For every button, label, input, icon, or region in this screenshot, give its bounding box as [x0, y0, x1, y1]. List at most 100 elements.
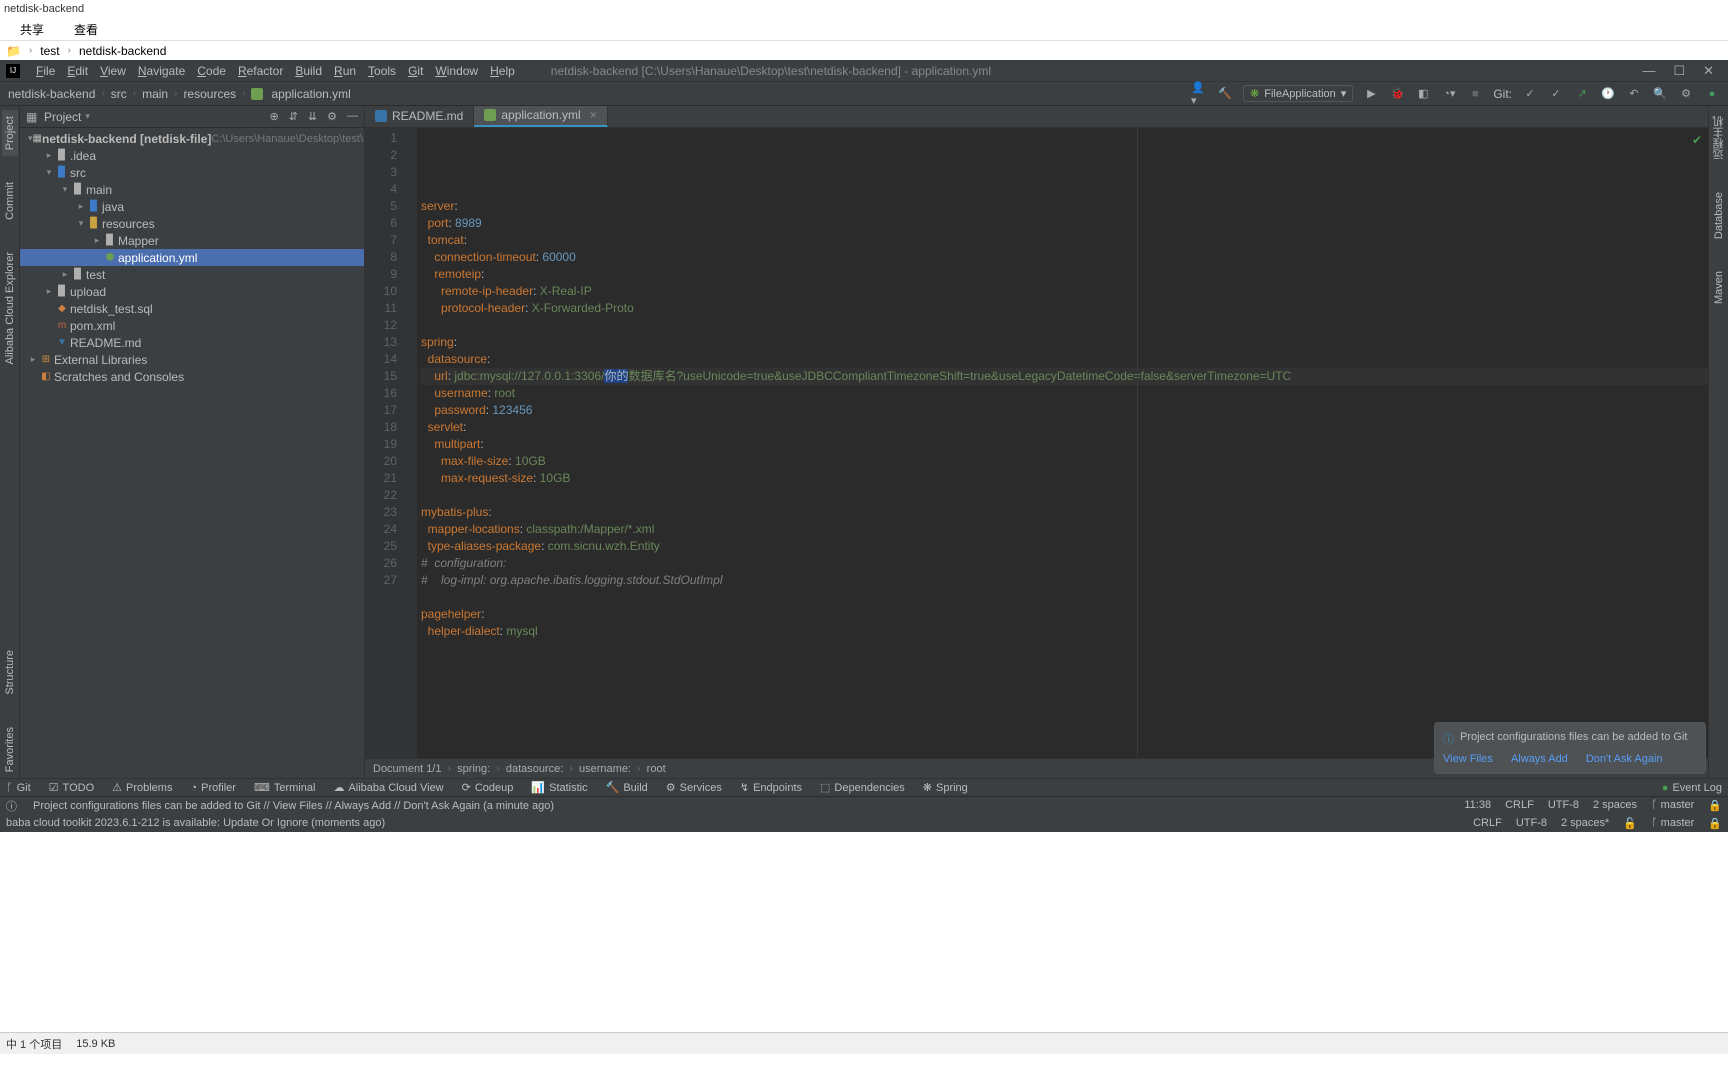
tool-statistic[interactable]: 📊Statistic	[531, 781, 587, 794]
hide-icon[interactable]: —	[347, 110, 358, 123]
project-tree[interactable]: ▾▦netdisk-backend [netdisk-file] C:\User…	[20, 128, 364, 778]
menu-refactor[interactable]: Refactor	[232, 64, 289, 78]
lock-icon[interactable]: 🔒	[1708, 799, 1722, 812]
event-log[interactable]: ●Event Log	[1662, 782, 1722, 794]
menu-tools[interactable]: Tools	[362, 64, 402, 78]
status-linesep[interactable]: CRLF	[1473, 817, 1502, 830]
tool-structure[interactable]: Structure	[2, 644, 18, 701]
run-button[interactable]: ▶	[1363, 86, 1379, 102]
tree-folder[interactable]: ▾▉main	[20, 181, 364, 198]
search-icon[interactable]: 🔍	[1652, 86, 1668, 102]
push-icon[interactable]: ↗	[1574, 86, 1590, 102]
menu-view[interactable]: View	[94, 64, 132, 78]
crumb[interactable]: resources	[183, 87, 236, 101]
tree-folder[interactable]: ▸▉.idea	[20, 147, 364, 164]
tool-services[interactable]: ⚙Services	[666, 781, 722, 794]
tree-file[interactable]: ◆netdisk_test.sql	[20, 300, 364, 317]
menu-help[interactable]: Help	[484, 64, 521, 78]
crumb[interactable]: application.yml	[271, 87, 350, 101]
tool-terminal[interactable]: ⌨Terminal	[254, 781, 315, 794]
debug-button[interactable]: 🐞	[1389, 86, 1405, 102]
avatar-icon[interactable]: ●	[1704, 86, 1720, 102]
tree-file[interactable]: mpom.xml	[20, 317, 364, 334]
locate-icon[interactable]: ⊕	[269, 110, 278, 123]
tool-problems[interactable]: ⚠Problems	[112, 781, 172, 794]
status-indent[interactable]: 2 spaces	[1593, 799, 1637, 812]
close-icon[interactable]: ✕	[1703, 63, 1714, 79]
tree-folder[interactable]: ▸▉Mapper	[20, 232, 364, 249]
expand-icon[interactable]: ⇵	[289, 110, 298, 123]
tool-remote[interactable]: 远程主机	[1709, 110, 1728, 166]
tool-todo[interactable]: ☑TODO	[49, 781, 94, 794]
tool-build[interactable]: 🔨Build	[606, 781, 648, 794]
tree-file[interactable]: ▼README.md	[20, 334, 364, 351]
menu-window[interactable]: Window	[429, 64, 484, 78]
lock-icon[interactable]: 🔒	[1708, 817, 1722, 830]
status-encoding[interactable]: UTF-8	[1516, 817, 1547, 830]
crumb[interactable]: main	[142, 87, 168, 101]
commit-icon[interactable]: ✓	[1548, 86, 1564, 102]
editor-content[interactable]: 1234567891011121314151617181920212223242…	[365, 128, 1708, 758]
minimize-icon[interactable]: —	[1642, 63, 1655, 79]
close-tab-icon[interactable]: ×	[590, 108, 597, 122]
tool-endpoints[interactable]: ↯Endpoints	[740, 781, 802, 794]
menu-run[interactable]: Run	[328, 64, 362, 78]
tree-folder[interactable]: ▸▉test	[20, 266, 364, 283]
maximize-icon[interactable]: ☐	[1673, 63, 1685, 79]
tree-scratches[interactable]: ◧Scratches and Consoles	[20, 368, 364, 385]
tree-root[interactable]: ▾▦netdisk-backend [netdisk-file] C:\User…	[20, 130, 364, 147]
history-icon[interactable]: 🕐	[1600, 86, 1616, 102]
tool-favorites[interactable]: Favorites	[2, 721, 18, 778]
menu-file[interactable]: File	[30, 64, 61, 78]
build-icon[interactable]: 🔨	[1217, 86, 1233, 102]
menu-git[interactable]: Git	[402, 64, 429, 78]
ribbon-view[interactable]: 查看	[74, 21, 98, 38]
crumb[interactable]: netdisk-backend	[8, 87, 95, 101]
tool-profiler[interactable]: ◔Profiler	[190, 782, 236, 794]
status-encoding[interactable]: UTF-8	[1548, 799, 1579, 812]
status-branch[interactable]: ᚵ master	[1651, 817, 1694, 830]
tool-alibaba-cloud-view[interactable]: ☁Alibaba Cloud View	[333, 781, 443, 794]
link-dont-ask[interactable]: Don't Ask Again	[1586, 753, 1663, 765]
status-indent[interactable]: 2 spaces*	[1561, 817, 1609, 830]
tool-git[interactable]: ᚵGit	[6, 782, 31, 794]
tree-folder[interactable]: ▸▉upload	[20, 283, 364, 300]
profile-button[interactable]: ◔▾	[1441, 86, 1457, 102]
tree-folder[interactable]: ▾▉resources	[20, 215, 364, 232]
crumb[interactable]: src	[111, 87, 127, 101]
path-seg[interactable]: test	[40, 44, 59, 58]
ribbon-share[interactable]: 共享	[20, 21, 44, 38]
tree-file-selected[interactable]: ⬢application.yml	[20, 249, 364, 266]
tool-alibaba[interactable]: Alibaba Cloud Explorer	[2, 246, 18, 371]
tree-folder[interactable]: ▸▉java	[20, 198, 364, 215]
status-branch[interactable]: ᚵ master	[1651, 799, 1694, 812]
coverage-button[interactable]: ◧	[1415, 86, 1431, 102]
path-seg[interactable]: netdisk-backend	[79, 44, 166, 58]
gear-icon[interactable]: ⚙	[327, 110, 337, 123]
menu-edit[interactable]: Edit	[61, 64, 94, 78]
menu-code[interactable]: Code	[191, 64, 232, 78]
tree-external[interactable]: ▸⊞External Libraries	[20, 351, 364, 368]
stop-button[interactable]: ■	[1467, 86, 1483, 102]
tool-project[interactable]: Project	[2, 110, 18, 156]
collapse-icon[interactable]: ⇊	[308, 110, 317, 123]
chevron-down-icon[interactable]: ▾	[85, 111, 90, 122]
link-always-add[interactable]: Always Add	[1511, 753, 1568, 765]
run-config-selector[interactable]: ❋ FileApplication ▾	[1243, 85, 1353, 102]
rollback-icon[interactable]: ↶	[1626, 86, 1642, 102]
tree-folder[interactable]: ▾▉src	[20, 164, 364, 181]
menu-navigate[interactable]: Navigate	[132, 64, 191, 78]
update-icon[interactable]: ✓	[1522, 86, 1538, 102]
user-icon[interactable]: 👤▾	[1191, 86, 1207, 102]
tab-application-yml[interactable]: application.yml ×	[474, 106, 607, 127]
tool-codeup[interactable]: ⟳Codeup	[462, 781, 514, 794]
tool-database[interactable]: Database	[1711, 186, 1727, 245]
code-body[interactable]: ✔ server: port: 8989 tomcat: connection-…	[417, 128, 1708, 758]
tool-commit[interactable]: Commit	[2, 176, 18, 226]
tool-dependencies[interactable]: ⬚Dependencies	[820, 781, 905, 794]
gear-icon[interactable]: ⚙	[1678, 86, 1694, 102]
tab-readme[interactable]: README.md	[365, 106, 474, 127]
status-linesep[interactable]: CRLF	[1505, 799, 1534, 812]
tool-maven[interactable]: Maven	[1711, 265, 1727, 310]
status-lock-icon[interactable]: 🔓	[1623, 817, 1637, 830]
